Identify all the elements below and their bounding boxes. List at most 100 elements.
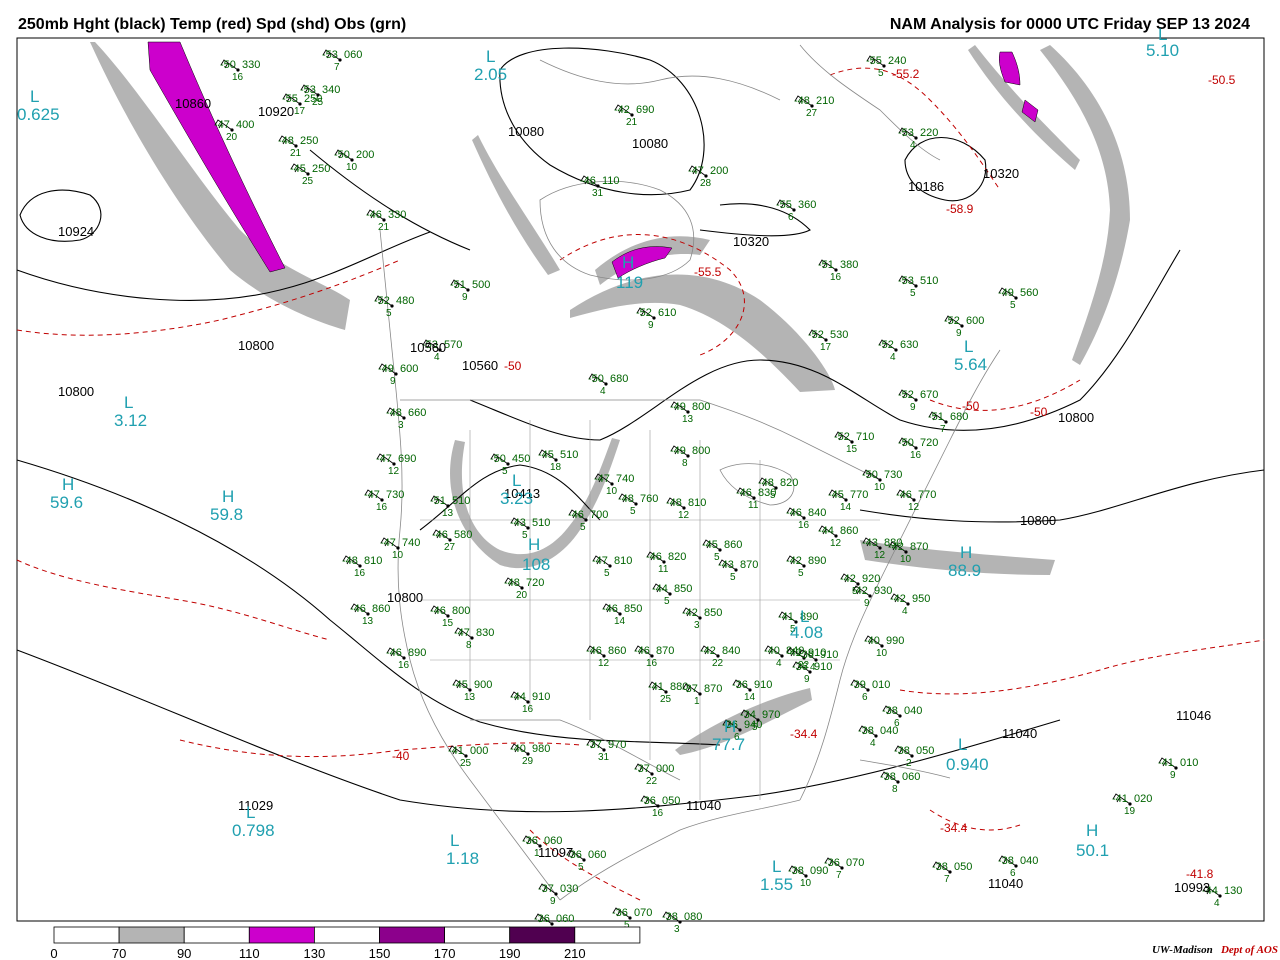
station-temperature: -51 xyxy=(430,495,446,507)
svg-text:3.12: 3.12 xyxy=(114,411,147,430)
station-temperature: -43 xyxy=(718,559,734,571)
station-wind: 16 xyxy=(798,520,810,531)
station-height: 510 xyxy=(532,517,550,529)
station-wind: 15 xyxy=(846,444,858,455)
station-wind: 14 xyxy=(744,692,756,703)
station-height: 010 xyxy=(1180,757,1198,769)
station-height: 800 xyxy=(452,605,470,617)
station-wind: 16 xyxy=(376,502,388,513)
station-height: 060 xyxy=(588,849,606,861)
station-height: 730 xyxy=(386,489,404,501)
station-temperature: -46 xyxy=(786,507,802,519)
station-temperature: -39 xyxy=(850,679,866,691)
station-wind: 7 xyxy=(944,874,950,885)
station-wind: 12 xyxy=(830,538,842,549)
station-wind: 2 xyxy=(906,758,912,769)
svg-text:4.08: 4.08 xyxy=(790,623,823,642)
station-temperature: -38 xyxy=(894,745,910,757)
legend-tick-label: 0 xyxy=(50,946,57,960)
station-temperature: -51 xyxy=(928,411,944,423)
station-temperature: -38 xyxy=(932,861,948,873)
svg-text:L: L xyxy=(450,831,459,850)
station-height: 130 xyxy=(1224,885,1242,897)
station-wind: 3 xyxy=(674,924,680,935)
station-temperature: -41 xyxy=(1112,793,1128,805)
station-temperature: -46 xyxy=(580,175,596,187)
station-wind: 14 xyxy=(614,616,626,627)
height-label: 10560 xyxy=(462,358,498,373)
station-wind: 9 xyxy=(1170,770,1176,781)
svg-text:1.55: 1.55 xyxy=(760,875,793,894)
svg-text:119: 119 xyxy=(616,273,643,292)
speed-extremum: L5.10 xyxy=(1146,25,1179,60)
station-wind: 17 xyxy=(294,106,306,117)
station-height: 820 xyxy=(668,551,686,563)
legend-swatch xyxy=(313,926,380,944)
station-temperature: -37 xyxy=(634,763,650,775)
station-height: 850 xyxy=(624,603,642,615)
station-height: 870 xyxy=(704,683,722,695)
station-temperature: -36 xyxy=(732,679,748,691)
station-wind: 11 xyxy=(658,564,669,575)
station-temperature: -42 xyxy=(840,573,856,585)
temperature-label: -40 xyxy=(392,749,410,763)
station-height: 720 xyxy=(526,577,544,589)
station-temperature: -46 xyxy=(896,489,912,501)
svg-text:50.1: 50.1 xyxy=(1076,841,1109,860)
svg-text:0.625: 0.625 xyxy=(17,105,60,124)
station-wind: 13 xyxy=(362,616,374,627)
station-temperature: -46 xyxy=(350,603,366,615)
station-height: 050 xyxy=(662,795,680,807)
station-height: 330 xyxy=(388,209,406,221)
station-wind: 16 xyxy=(910,450,922,461)
svg-text:59.6: 59.6 xyxy=(50,493,83,512)
station-height: 010 xyxy=(872,679,890,691)
station-height: 200 xyxy=(356,149,374,161)
station-wind: 4 xyxy=(870,738,876,749)
station-height: 690 xyxy=(398,453,416,465)
station-height: 840 xyxy=(808,507,826,519)
station-wind: 22 xyxy=(712,658,724,669)
station-wind: 12 xyxy=(874,550,886,561)
station-wind: 5 xyxy=(604,568,610,579)
temperature-label: -34.4 xyxy=(790,727,818,741)
station-wind: 21 xyxy=(626,117,638,128)
station-height: 900 xyxy=(474,679,492,691)
temperature-label: -34.4 xyxy=(940,821,968,835)
station-temperature: -48 xyxy=(666,497,682,509)
station-temperature: -36 xyxy=(798,649,814,661)
station-wind: 9 xyxy=(804,674,810,685)
station-temperature: -53 xyxy=(898,275,914,287)
svg-text:H: H xyxy=(622,253,634,272)
station-height: 670 xyxy=(920,389,938,401)
station-temperature: -48 xyxy=(618,493,634,505)
station-wind: 3 xyxy=(398,420,404,431)
station-height: 970 xyxy=(608,739,626,751)
station-wind: 5 xyxy=(578,862,584,873)
station-height: 510 xyxy=(920,275,938,287)
station-height: 870 xyxy=(656,645,674,657)
station-wind: 12 xyxy=(678,510,690,521)
station-temperature: -52 xyxy=(374,295,390,307)
svg-text:L: L xyxy=(30,87,39,106)
svg-text:5.64: 5.64 xyxy=(954,355,987,374)
station-wind: 16 xyxy=(652,808,664,819)
station-temperature: -48 xyxy=(278,135,294,147)
station-temperature: -40 xyxy=(764,645,780,657)
station-wind: 4 xyxy=(600,386,606,397)
temperature-label: -41.8 xyxy=(1186,867,1214,881)
station-temperature: -44 xyxy=(652,583,668,595)
station-height: 720 xyxy=(920,437,938,449)
station-height: 830 xyxy=(476,627,494,639)
station-temperature: -55 xyxy=(866,55,882,67)
station-temperature: -48 xyxy=(386,407,402,419)
station-wind: 6 xyxy=(862,692,868,703)
station-temperature: -40 xyxy=(864,635,880,647)
station-wind: 28 xyxy=(700,178,712,189)
station-temperature: -48 xyxy=(794,95,810,107)
station-wind: 22 xyxy=(646,776,658,787)
station-temperature: -47 xyxy=(454,627,470,639)
temperature-label: -50 xyxy=(504,359,522,373)
station-temperature: -36 xyxy=(640,795,656,807)
station-temperature: -42 xyxy=(682,607,698,619)
